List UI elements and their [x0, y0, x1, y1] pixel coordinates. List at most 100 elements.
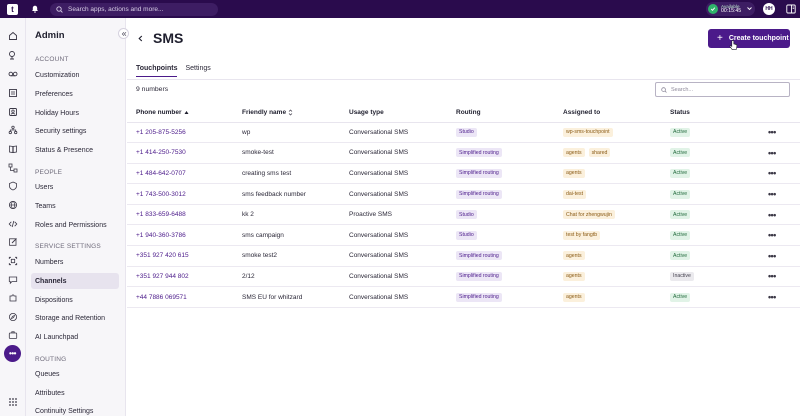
sidebar-item-teams[interactable]: Teams [31, 198, 119, 214]
table-search-input[interactable]: Search... [655, 82, 790, 97]
phone-number-link[interactable]: +351 927 944 802 [127, 266, 242, 288]
compass-icon[interactable] [7, 311, 19, 323]
sidebar-section-service-settings: SERVICE SETTINGS [35, 243, 101, 250]
table-row[interactable]: +1 414-250-7530 smoke-test Conversational … [127, 142, 800, 164]
home-icon[interactable] [7, 30, 19, 42]
scan-icon[interactable] [7, 255, 19, 267]
table-row[interactable]: +351 927 944 802 2/12 Conversational SMS Si… [127, 266, 800, 288]
friendly-name: smoke test2 [242, 245, 349, 267]
sidebar-item-roles-permissions[interactable]: Roles and Permissions [31, 217, 119, 233]
chat-icon[interactable] [7, 274, 19, 286]
campaign-icon[interactable] [7, 49, 19, 61]
bell-icon[interactable] [30, 4, 40, 14]
inbox-icon[interactable] [7, 87, 19, 99]
table-row[interactable]: +1 205-875-5256 wp Conversational SMS Studi… [127, 122, 800, 144]
phone-number-link[interactable]: +1 940-360-3786 [127, 224, 242, 247]
status-cell: Active [670, 286, 768, 308]
sidebar-item-status-presence[interactable]: Status & Presence [31, 142, 119, 158]
flow-icon[interactable] [7, 162, 19, 174]
more-apps-button[interactable]: ••• [4, 345, 21, 362]
row-actions-cell: ••• [768, 163, 800, 185]
phone-number-link[interactable]: +1 205-875-5256 [127, 122, 242, 144]
table-row[interactable]: +351 927 420 615 smoke test2 Conversationa… [127, 245, 800, 267]
book-icon[interactable] [7, 143, 19, 155]
sidebar-item-channels[interactable]: Channels [31, 273, 119, 289]
app-logo[interactable]: t [7, 3, 18, 15]
more-options-icon[interactable]: ••• [768, 168, 776, 178]
column-header-phone-number[interactable]: Phone number [127, 103, 242, 123]
table-row[interactable]: +1 833-659-6488 kk 2 Proactive SMS Studio Ch… [127, 204, 800, 226]
shield-icon[interactable] [7, 180, 19, 192]
friendly-name: sms feedback number [242, 183, 349, 205]
more-options-icon[interactable]: ••• [768, 292, 776, 302]
friendly-name: kk 2 [242, 204, 349, 226]
sidebar-item-users[interactable]: Users [31, 179, 119, 195]
phone-number-link[interactable]: +44 7886 069571 [127, 286, 242, 308]
sidebar-item-storage-retention[interactable]: Storage and Retention [31, 310, 119, 326]
table-search-placeholder: Search... [671, 86, 694, 93]
usage-type: Conversational SMS [349, 163, 456, 185]
voicemail-icon[interactable] [7, 68, 19, 80]
sidebar-item-attributes[interactable]: Attributes [31, 385, 119, 401]
globe-icon[interactable] [7, 199, 19, 211]
more-options-icon[interactable]: ••• [768, 230, 776, 240]
agent-status-selector[interactable]: Available 00:15:45 [706, 2, 755, 16]
table-row[interactable]: +1 484-642-0707 creating sms test Conversa… [127, 163, 800, 185]
more-options-icon[interactable]: ••• [768, 189, 776, 199]
status-cell: Inactive [670, 266, 768, 288]
app-grid-icon[interactable] [7, 396, 19, 408]
routing-chip: Studio [456, 127, 477, 137]
tab-settings[interactable]: Settings [185, 65, 210, 77]
column-header-assigned-to: Assigned to [563, 103, 670, 123]
create-touchpoint-button[interactable]: + Create touchpoint [708, 29, 790, 48]
sidebar-item-ai-launchpad[interactable]: AI Launchpad [31, 329, 119, 345]
usage-type: Conversational SMS [349, 286, 456, 308]
org-chart-icon[interactable] [7, 124, 19, 136]
briefcase-icon[interactable] [7, 329, 19, 341]
more-options-icon[interactable]: ••• [768, 148, 776, 158]
row-actions-cell: ••• [768, 183, 800, 205]
more-options-icon[interactable]: ••• [768, 127, 776, 137]
code-icon[interactable] [7, 218, 19, 230]
more-options-icon[interactable]: ••• [768, 210, 776, 220]
friendly-name: SMS EU for whitzard [242, 286, 349, 308]
edit-icon[interactable] [7, 236, 19, 248]
sidebar-item-holiday-hours[interactable]: Holiday Hours [31, 105, 119, 121]
table-row[interactable]: +1 940-360-3786 sms campaign Conversationa… [127, 224, 800, 247]
phone-number-link[interactable]: +1 833-659-6488 [127, 204, 242, 226]
routing-cell: Simplified routing [456, 163, 563, 185]
usage-type: Proactive SMS [349, 204, 456, 226]
routing-chip: Simplified routing [456, 168, 502, 178]
phone-number-link[interactable]: +1 414-250-7530 [127, 142, 242, 164]
back-arrow-icon[interactable] [137, 35, 144, 42]
routing-cell: Simplified routing [456, 142, 563, 164]
assigned-to-cell: agents [563, 266, 670, 288]
sidebar-item-dispositions[interactable]: Dispositions [31, 292, 119, 308]
row-actions-cell: ••• [768, 204, 800, 226]
phone-number-link[interactable]: +1 484-642-0707 [127, 163, 242, 185]
sidebar-item-numbers[interactable]: Numbers [31, 254, 119, 270]
more-options-icon[interactable]: ••• [768, 271, 776, 281]
column-header-friendly-name[interactable]: Friendly name [242, 103, 349, 123]
puzzle-icon[interactable] [7, 292, 19, 304]
sidebar-item-preferences[interactable]: Preferences [31, 86, 119, 102]
sidebar-item-continuity-settings[interactable]: Continuity Settings [31, 403, 119, 416]
assigned-to-cell: wp-sms-touchpoint [563, 122, 670, 144]
tab-touchpoints[interactable]: Touchpoints [136, 65, 178, 77]
friendly-name: wp [242, 122, 349, 144]
sidebar-section-routing: ROUTING [35, 356, 67, 363]
global-search-input[interactable]: Search apps, actions and more... [50, 2, 218, 16]
sidebar-item-customization[interactable]: Customization [31, 67, 119, 83]
sidebar-item-queues[interactable]: Queues [31, 366, 119, 382]
phone-number-link[interactable]: +1 743-500-3012 [127, 183, 242, 205]
side-panel-icon[interactable] [786, 4, 796, 14]
assigned-to-chip: agents [563, 251, 585, 261]
table-row[interactable]: +44 7886 069571 SMS EU for whitzard Conver… [127, 286, 800, 308]
more-options-icon[interactable]: ••• [768, 251, 776, 261]
phone-number-link[interactable]: +351 927 420 615 [127, 245, 242, 267]
table-row[interactable]: +1 743-500-3012 sms feedback number Conver… [127, 183, 800, 205]
contacts-icon[interactable] [7, 106, 19, 118]
user-avatar[interactable]: HH [763, 3, 775, 15]
double-chevron-left-icon [121, 31, 126, 36]
sidebar-item-security-settings[interactable]: Security settings [31, 123, 119, 139]
